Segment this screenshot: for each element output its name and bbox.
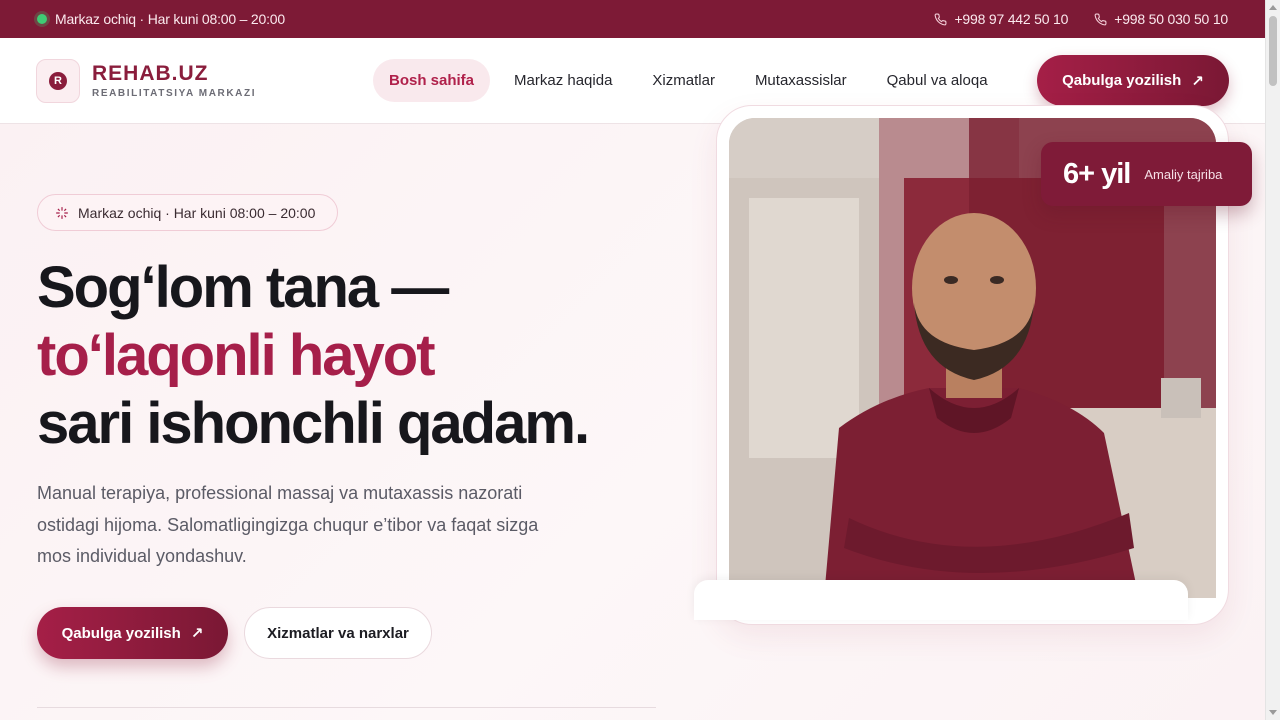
hero-title-line-3: sari ishonchli qadam. (37, 391, 590, 456)
sparkle-icon (56, 206, 68, 219)
header-book-label: Qabulga yozilish (1062, 72, 1182, 89)
nav-item-services[interactable]: Xizmatlar (636, 59, 731, 102)
phone-link-2[interactable]: +998 50 030 50 10 (1094, 11, 1228, 27)
page-scrollbar[interactable] (1265, 0, 1280, 720)
hero-book-button[interactable]: Qabulga yozilish ↗ (37, 607, 228, 659)
hero-status-text: Markaz ochiq · Har kuni 08:00 – 20:00 (78, 204, 316, 221)
photo-bottom-card (694, 580, 1188, 620)
opening-hours: Markaz ochiq · Har kuni 08:00 – 20:00 (37, 11, 285, 27)
logo[interactable]: R REHAB.UZ REABILITATSIYA MARKAZI (36, 58, 256, 103)
logo-mark-icon: R (49, 71, 67, 90)
opening-hours-text: Markaz ochiq · Har kuni 08:00 – 20:00 (55, 11, 285, 27)
status-dot-icon (37, 14, 47, 24)
nav-item-specialists[interactable]: Mutaxassislar (739, 59, 863, 102)
hero-description: Manual terapiya, professional massaj va … (37, 483, 539, 566)
phone-icon (1094, 13, 1107, 25)
nav-item-about[interactable]: Markaz haqida (498, 59, 628, 102)
hero-title-line-1: Sogʻlom tana — (37, 255, 449, 320)
experience-stat-label: Amaliy tajriba (1144, 166, 1223, 182)
phone-link-1[interactable]: +998 97 442 50 10 (934, 11, 1068, 27)
hero-book-label: Qabulga yozilish (61, 624, 181, 642)
phone-icon (935, 13, 947, 25)
nav-item-home[interactable]: Bosh sahifa (373, 59, 491, 102)
phone-number-1: +998 97 442 50 10 (954, 11, 1069, 27)
services-prices-button[interactable]: Xizmatlar va narxlar (244, 607, 432, 659)
logo-subtitle: REABILITATSIYA MARKAZI (92, 88, 257, 99)
hero-divider (37, 707, 656, 708)
experience-stat-card: 6+ yil Amaliy tajriba (1041, 142, 1252, 206)
scroll-up-icon[interactable] (1269, 5, 1277, 10)
scrollbar-thumb[interactable] (1269, 16, 1277, 86)
arrow-up-right-icon: ↗ (190, 625, 204, 642)
experience-stat-value: 6+ yil (1063, 157, 1131, 190)
logo-badge: R (36, 58, 80, 103)
logo-name: REHAB.UZ (92, 62, 209, 85)
main-nav: Bosh sahifa Markaz haqida Xizmatlar Muta… (373, 59, 1012, 102)
phone-list: +998 97 442 50 10 +998 50 030 50 10 (934, 11, 1228, 27)
hero-status-pill: Markaz ochiq · Har kuni 08:00 – 20:00 (37, 194, 338, 231)
hero-title-line-2: toʻlaqonli hayot (37, 323, 436, 388)
header-book-button[interactable]: Qabulga yozilish ↗ (1037, 55, 1229, 106)
nav-item-contact[interactable]: Qabul va aloqa (871, 59, 1004, 102)
arrow-up-right-icon: ↗ (1191, 72, 1204, 90)
services-prices-label: Xizmatlar va narxlar (267, 624, 409, 642)
logo-text: REHAB.UZ REABILITATSIYA MARKAZI (92, 62, 256, 99)
top-info-bar: Markaz ochiq · Har kuni 08:00 – 20:00 +9… (0, 0, 1265, 38)
scroll-down-icon[interactable] (1269, 710, 1277, 715)
hero-title: Sogʻlom tana — toʻlaqonli hayot sari ish… (37, 254, 590, 458)
phone-number-2: +998 50 030 50 10 (1114, 11, 1228, 27)
